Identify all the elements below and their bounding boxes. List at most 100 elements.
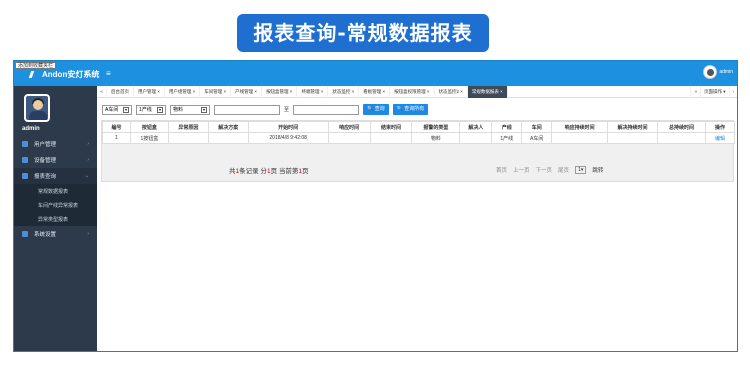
sidebar-item-devices[interactable]: 设备管理 › [14,152,97,168]
tab-terminals[interactable]: 终端管理 × [297,85,329,98]
sidebar-item-label: 系统设置 [34,232,57,238]
favorites-tooltip: 添加到收藏夹栏 [15,62,57,69]
sidebar-item-label: 设备管理 [34,158,57,164]
page-ops-menu[interactable]: 页面操作 ▾ [699,86,729,98]
col-header: 产线 [491,121,523,133]
tab-boards[interactable]: 看板管理 × [359,85,391,98]
tabs-scroll-right-icon[interactable]: » [690,86,700,98]
rec-text: 页 [302,168,309,175]
page-select[interactable]: 1 ▾ [575,166,587,174]
sidebar-nav: 用户管理 › 设备管理 › 报表查询 ⌄ 常规数据报表 车间产线异常报表 异常类型报表… [14,136,97,242]
table-cell: 2018/4/8 9:42:08 [247,132,329,144]
report-icon [22,173,28,179]
tab-regular-report[interactable]: 常规数据报表 × [467,85,508,98]
tabs-scroll-left-icon[interactable]: « [97,85,107,98]
sidebar-item-label: 用户管理 [34,142,57,148]
wrench-icon [22,157,28,163]
sidebar: admin 用户管理 › 设备管理 › 报表查询 ⌄ 常规数据报表 车间产线异常报表 … [14,86,97,351]
chevron-down-icon: ⌄ [84,173,89,179]
query-all-button[interactable]: 🔍 查询所有 [392,104,429,115]
table-cell [551,132,609,144]
pagination-row: 共1条记录 分1页 当前第1页 首页 上一页 下一页 尾页 1 ▾ 跳转 [101,158,734,182]
col-header: 解决人 [459,121,493,133]
tab-lines[interactable]: 产线管理 × [231,85,263,98]
table-header-row: 编号 按钮盒 异常原因 解决方案 开始时间 响应时间 结束时间 报警的类型 解决… [102,121,736,133]
table-cell [167,132,209,144]
table-cell [327,132,371,144]
table-cell: 1按钮盒 [129,132,169,144]
sidebar-user-name: admin [22,126,40,132]
sidebar-subitem-regular-report[interactable]: 常规数据报表 [14,184,97,198]
chevron-right-icon: › [87,141,89,147]
jump-button[interactable]: 跳转 [592,166,603,174]
tab-user-groups[interactable]: 用户组管理 × [165,85,201,98]
main-content: A车间 ▾ 1产线 ▾ 物料 ▾ 至 🔍 查询 🔍 查询所有 编号 按钮盒 异常原因 … [97,98,737,351]
col-header: 异常原因 [167,121,209,133]
table-cell: 1产线 [491,132,523,144]
rec-text: 条记录 分 [239,168,267,175]
chevron-right-icon: › [87,157,89,163]
next-page-link[interactable]: 下一页 [536,166,553,174]
sidebar-subitem-line-exception-report[interactable]: 车间产线异常报表 [14,198,97,212]
sidebar-subitem-exception-type-report[interactable]: 异常类型报表 [14,212,97,226]
app-logo: Andon安灯系统 [28,69,100,80]
page-banner-title: 报表查询-常规数据报表 [237,14,489,52]
workshop-select-value: A车间 [105,106,119,113]
chevron-down-icon: ▾ [157,106,163,113]
table-cell [657,132,706,144]
last-page-link[interactable]: 尾页 [558,166,569,174]
tab-users[interactable]: 用户管理 × [134,85,165,98]
start-time-input[interactable] [214,104,280,115]
avatar [24,94,50,122]
table-cell [369,132,413,144]
query-button[interactable]: 🔍 查询 [363,104,389,115]
col-header: 报警的类型 [411,121,461,133]
category-select[interactable]: 物料 ▾ [170,104,210,115]
tabs-next-icon[interactable]: › [728,86,738,98]
users-icon [22,141,28,147]
app-name: Andon安灯系统 [42,70,100,79]
edit-link[interactable]: 编辑 [704,132,736,144]
tab-button-box-permissions[interactable]: 按钮盒权限管理 × [390,85,435,98]
top-bar: 添加到收藏夹栏 Andon安灯系统 ≡ admin [14,61,737,86]
tab-status-monitor[interactable]: 状态监控 × [328,85,360,98]
col-header: 开始时间 [247,121,329,133]
sidebar-item-label: 报表查询 [34,174,57,180]
line-select-value: 1产线 [139,106,152,113]
prev-page-link[interactable]: 上一页 [513,166,530,174]
tab-workshops[interactable]: 车间管理 × [200,85,232,98]
line-select[interactable]: 1产线 ▾ [136,104,166,115]
user-name: admin [719,69,733,75]
table-row: 1 1按钮盒 2018/4/8 9:42:08 物料 1产线 A车间 编辑 [102,132,736,144]
table-cell [459,132,493,144]
tabs-right-controls: » 页面操作 ▾ › [690,86,737,98]
workshop-select[interactable]: A车间 ▾ [102,104,132,115]
pagination: 首页 上一页 下一页 尾页 1 ▾ 跳转 [496,166,603,174]
chevron-down-icon: ▾ [201,106,207,113]
first-page-link[interactable]: 首页 [496,166,507,174]
sidebar-item-users[interactable]: 用户管理 › [14,136,97,152]
col-header: 车间 [521,121,553,133]
table-cell [607,132,658,144]
end-time-input[interactable] [293,104,360,115]
sidebar-item-settings[interactable]: 系统设置 › [14,226,97,242]
col-header: 结束时间 [369,121,413,133]
chevron-down-icon: ▾ [580,167,584,173]
col-header: 解决持续时间 [607,121,658,133]
settings-icon [22,231,28,237]
col-header: 操作 [704,121,736,133]
tab-home[interactable]: 后台首页 [107,85,134,98]
col-header: 响应持续时间 [551,121,609,133]
tab-status-monitor-2[interactable]: 状态监控2 × [435,85,468,98]
table-cell [207,132,249,144]
table-cell: 1 [102,132,131,144]
col-header: 响应时间 [327,121,371,133]
logo-icon [28,71,42,79]
col-header: 编号 [102,121,131,133]
chevron-right-icon: › [87,231,89,237]
user-menu[interactable]: admin [703,65,733,79]
tab-bar: « 后台首页 用户管理 × 用户组管理 × 车间管理 × 产线管理 × 按钮盒管… [97,85,737,98]
menu-toggle-icon[interactable]: ≡ [106,70,111,78]
tab-button-boxes[interactable]: 按钮盒管理 × [262,85,298,98]
sidebar-item-reports[interactable]: 报表查询 ⌄ [14,168,97,184]
